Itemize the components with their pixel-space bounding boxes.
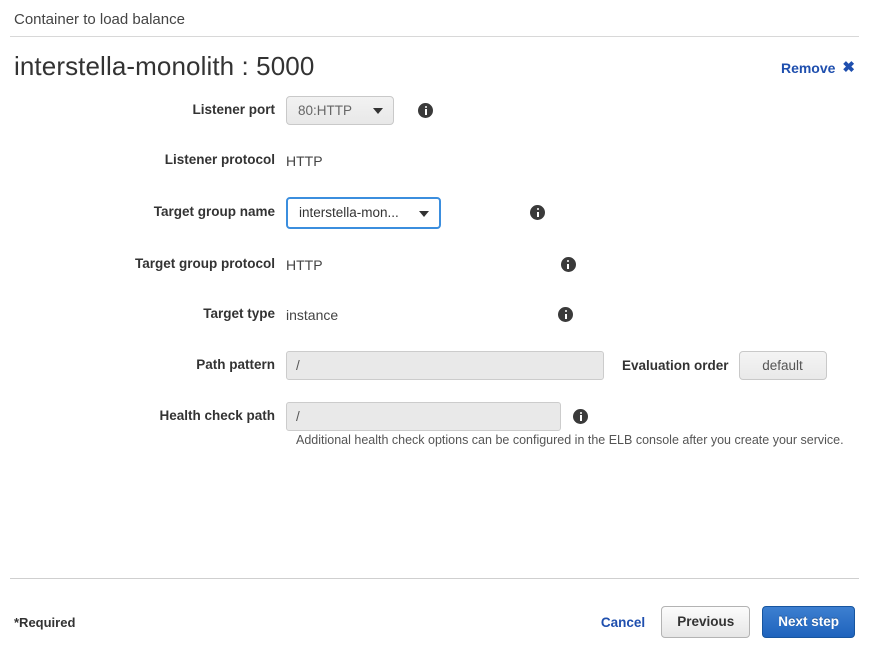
title-row: interstella-monolith : 5000 Remove ✖: [0, 37, 869, 82]
row-listener-port: Listener port 80:HTTP: [0, 95, 869, 125]
footer: *Required Cancel Previous Next step: [0, 600, 869, 644]
field-target-group-protocol: HTTP: [286, 257, 869, 273]
load-balancer-form: Listener port 80:HTTP Listener protocol …: [0, 95, 869, 447]
remove-label: Remove: [780, 59, 836, 76]
health-check-path-input[interactable]: [286, 401, 561, 431]
label-listener-port: Listener port: [192, 101, 275, 117]
row-target-group-name: Target group name interstella-mon...: [0, 196, 869, 229]
label-listener-protocol: Listener protocol: [164, 152, 275, 168]
field-target-group-name: interstella-mon...: [286, 196, 869, 229]
footer-divider: [10, 578, 859, 579]
label-target-group-name: Target group name: [153, 204, 275, 220]
target-group-protocol-value: HTTP: [286, 256, 323, 273]
chevron-down-icon: [373, 108, 383, 115]
row-listener-protocol: Listener protocol HTTP: [0, 147, 869, 175]
health-check-help-text: Additional health check options can be c…: [296, 432, 844, 447]
info-icon-target-group-name[interactable]: [530, 205, 545, 221]
label-target-group-protocol: Target group protocol: [135, 256, 275, 272]
info-icon-listener-port[interactable]: [418, 102, 433, 118]
label-target-type: Target type: [203, 306, 275, 322]
field-health-check-path: [286, 401, 869, 431]
field-path-pattern: Evaluation order default: [286, 350, 869, 380]
cancel-button[interactable]: Cancel: [597, 615, 649, 630]
footer-actions: Cancel Previous Next step: [597, 606, 855, 638]
field-listener-protocol: HTTP: [286, 153, 869, 169]
evaluation-order-value[interactable]: default: [738, 350, 827, 380]
label-evaluation-order: Evaluation order: [622, 357, 729, 373]
next-step-button[interactable]: Next step: [762, 606, 855, 638]
listener-protocol-value: HTTP: [286, 152, 323, 169]
row-target-type: Target type instance: [0, 301, 869, 329]
row-target-group-protocol: Target group protocol HTTP: [0, 251, 869, 279]
row-path-pattern: Path pattern Evaluation order default: [0, 350, 869, 380]
info-icon-health-check-path[interactable]: [573, 408, 588, 424]
chevron-down-icon: [419, 210, 429, 217]
field-target-type: instance: [286, 307, 869, 323]
field-listener-port: 80:HTTP: [286, 95, 869, 125]
close-icon: ✖: [842, 59, 855, 76]
page-title: interstella-monolith : 5000: [14, 50, 315, 81]
label-health-check-path: Health check path: [159, 407, 275, 423]
previous-button[interactable]: Previous: [661, 606, 751, 638]
remove-button[interactable]: Remove ✖: [781, 60, 855, 76]
label-path-pattern: Path pattern: [196, 356, 275, 372]
required-note: *Required: [14, 614, 76, 630]
info-icon-target-group-protocol[interactable]: [560, 257, 576, 273]
target-group-name-select[interactable]: interstella-mon...: [286, 196, 441, 229]
section-header: Container to load balance: [14, 11, 185, 28]
info-icon-target-type[interactable]: [558, 307, 574, 323]
target-group-name-value: interstella-mon...: [299, 205, 399, 221]
row-health-check-path: Health check path: [0, 401, 869, 431]
path-pattern-input[interactable]: [286, 350, 604, 380]
listener-port-value: 80:HTTP: [298, 102, 353, 118]
target-type-value: instance: [286, 306, 339, 323]
listener-port-select[interactable]: 80:HTTP: [286, 95, 394, 125]
